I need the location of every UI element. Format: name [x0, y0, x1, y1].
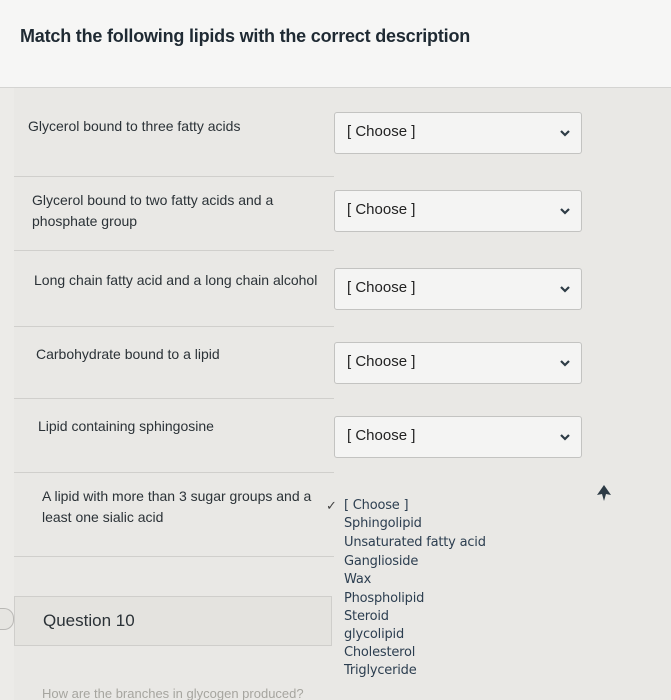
next-question-preview: How are the branches in glycogen produce…	[42, 686, 304, 700]
row-divider	[14, 472, 334, 473]
dropdown-option[interactable]: glycolipid	[344, 627, 404, 642]
select-row-2[interactable]: [ Choose ]	[334, 190, 582, 232]
dropdown-option[interactable]: Triglyceride	[344, 663, 417, 678]
next-question-header: Question 10	[14, 596, 332, 646]
row-label-5: Lipid containing sphingosine	[38, 418, 214, 434]
open-dropdown-list[interactable]: ✓ [ Choose ] Sphingolipid Unsaturated fa…	[320, 490, 590, 690]
row-label-1: Glycerol bound to three fatty acids	[28, 118, 241, 134]
row-label-3: Long chain fatty acid and a long chain a…	[34, 272, 318, 288]
select-row-1[interactable]: [ Choose ]	[334, 112, 582, 154]
chevron-down-icon	[560, 130, 570, 137]
dropdown-option[interactable]: Cholesterol	[344, 645, 415, 660]
chevron-down-icon	[560, 360, 570, 367]
chevron-down-icon	[560, 208, 570, 215]
select-value: [ Choose ]	[347, 427, 416, 444]
dropdown-option[interactable]: Wax	[344, 572, 371, 587]
question-header: Match the following lipids with the corr…	[0, 0, 671, 88]
dropdown-option[interactable]: Steroid	[344, 609, 389, 624]
next-question-label: Question 10	[43, 611, 135, 630]
select-row-4[interactable]: [ Choose ]	[334, 342, 582, 384]
row-label-4: Carbohydrate bound to a lipid	[36, 346, 220, 362]
question-title: Match the following lipids with the corr…	[20, 26, 471, 46]
row-label-2: Glycerol bound to two fatty acids and a …	[32, 192, 274, 229]
select-row-5[interactable]: [ Choose ]	[334, 416, 582, 458]
select-value: [ Choose ]	[347, 353, 416, 370]
chevron-down-icon	[560, 434, 570, 441]
select-row-3[interactable]: [ Choose ]	[334, 268, 582, 310]
dropdown-option[interactable]: [ Choose ]	[344, 498, 409, 513]
chevron-down-icon	[560, 286, 570, 293]
dropdown-option[interactable]: Sphingolipid	[344, 516, 422, 531]
row-divider	[14, 176, 334, 177]
row-divider	[14, 398, 334, 399]
question-flag-tab[interactable]	[0, 608, 14, 630]
select-value: [ Choose ]	[347, 201, 416, 218]
dropdown-option[interactable]: Phospholipid	[344, 591, 424, 606]
dropdown-option[interactable]: Unsaturated fatty acid	[344, 535, 486, 550]
row-label-6: A lipid with more than 3 sugar groups an…	[42, 488, 312, 525]
check-icon: ✓	[326, 498, 337, 513]
row-divider	[14, 326, 334, 327]
select-value: [ Choose ]	[347, 279, 416, 296]
mouse-cursor-icon	[597, 485, 611, 501]
dropdown-option[interactable]: Ganglioside	[344, 554, 418, 569]
select-value: [ Choose ]	[347, 123, 416, 140]
row-divider	[14, 556, 334, 557]
row-divider	[14, 250, 334, 251]
